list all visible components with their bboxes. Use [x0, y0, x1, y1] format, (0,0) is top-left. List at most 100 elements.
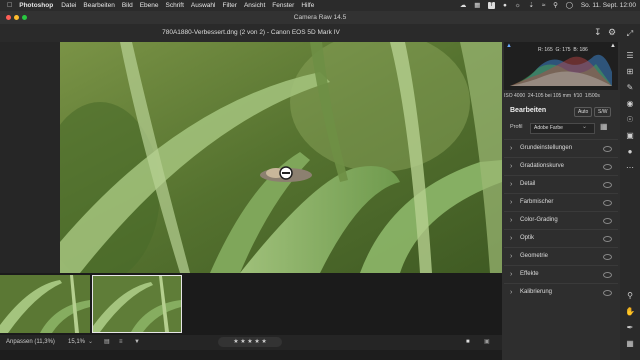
presets-icon[interactable]: ●: [624, 146, 636, 158]
aperture-value: f/10: [573, 93, 583, 99]
control-center-icon[interactable]: ◯: [566, 2, 573, 9]
file-bar: 780A1880-Verbessert.dng (2 von 2) - Cano…: [0, 24, 640, 42]
section-geometrie[interactable]: › Geometrie: [504, 247, 618, 265]
histogram: R: 165 G: 175 B: 186 ▲ ▲: [504, 42, 618, 90]
red-eye-icon[interactable]: ☉: [624, 114, 636, 126]
before-after-icon[interactable]: ▣: [484, 335, 490, 350]
shadow-clipping-icon[interactable]: ▲: [506, 43, 512, 49]
filter-icon[interactable]: ▼: [134, 335, 140, 350]
zoom-value[interactable]: 15,1%: [68, 335, 85, 350]
section-gradationskurve[interactable]: › Gradationskurve: [504, 157, 618, 175]
highlight-clipping-icon[interactable]: ▲: [610, 43, 616, 49]
fit-zoom-label[interactable]: Anpassen (11,3%): [6, 335, 55, 350]
sort-icon[interactable]: ≡: [119, 335, 123, 350]
crop-icon[interactable]: ⊞: [624, 66, 636, 78]
visibility-eye-icon[interactable]: [603, 200, 612, 206]
zoom-dropdown-icon[interactable]: ⌄: [88, 335, 93, 350]
filmstrip-thumbnail-2-selected[interactable]: [92, 275, 182, 333]
section-color-grading[interactable]: › Color-Grading: [504, 211, 618, 229]
bottom-bar: Anpassen (11,3%) 15,1% ⌄ ▤ ≡ ▼ ★ ★ ★ ★ ★…: [0, 335, 502, 350]
minimize-window-button[interactable]: [14, 15, 19, 20]
menu-ebene[interactable]: Ebene: [140, 0, 159, 11]
menu-app-name[interactable]: Photoshop: [19, 0, 53, 11]
more-icon[interactable]: ⋯: [624, 162, 636, 174]
bw-button[interactable]: S/W: [594, 107, 612, 117]
image-canvas[interactable]: [0, 42, 502, 273]
histogram-rgb-readout: R: 165 G: 175 B: 186: [538, 47, 588, 53]
visibility-eye-icon[interactable]: [603, 290, 612, 296]
chevron-right-icon: ›: [510, 235, 513, 242]
section-optik[interactable]: › Optik: [504, 229, 618, 247]
menu-ansicht[interactable]: Ansicht: [244, 0, 265, 11]
status-download-icon[interactable]: ⇣: [529, 2, 534, 9]
visibility-eye-icon[interactable]: [603, 182, 612, 188]
chevron-down-icon[interactable]: ⌄: [582, 123, 587, 130]
visibility-eye-icon[interactable]: [603, 236, 612, 242]
photo-preview[interactable]: [60, 42, 502, 273]
status-cloud-icon[interactable]: ☁: [460, 2, 467, 9]
chevron-right-icon: ›: [510, 181, 513, 188]
eyedropper-icon[interactable]: ✒: [624, 322, 636, 334]
auto-button[interactable]: Auto: [574, 107, 593, 117]
edit-header: Bearbeiten Auto S/W: [504, 103, 618, 119]
profile-browser-icon[interactable]: ▦: [600, 122, 608, 131]
camera-info: ISO 4000 24-105 bei 105 mm f/10 1/500s: [504, 92, 618, 100]
chevron-right-icon: ›: [510, 145, 513, 152]
menubar-datetime[interactable]: So. 11. Sept. 12:00: [581, 2, 636, 9]
menu-filter[interactable]: Filter: [222, 0, 236, 11]
lens-value: 24-105 bei 105 mm: [527, 93, 572, 99]
profile-row: Profil Adobe Farbe ⌄ ▦: [504, 121, 618, 135]
edit-title: Bearbeiten: [510, 107, 547, 114]
star-rating[interactable]: ★ ★ ★ ★ ★: [218, 337, 282, 347]
chevron-right-icon: ›: [510, 163, 513, 170]
expand-icon[interactable]: ⤢: [624, 28, 636, 40]
menu-auswahl[interactable]: Auswahl: [191, 0, 216, 11]
chevron-right-icon: ›: [510, 271, 513, 278]
tool-strip: ⤢ ☰ ⊞ ✎ ◉ ☉ ▣ ● ⋯ ⚲ ✋ ✒ ▦: [620, 24, 640, 360]
filmstrip: [0, 273, 502, 335]
wifi-icon[interactable]: ≈: [542, 2, 546, 9]
edit-sliders-icon[interactable]: ☰: [624, 50, 636, 62]
visibility-eye-icon[interactable]: [603, 218, 612, 224]
window-title: Camera Raw 14.5: [293, 14, 347, 21]
apple-icon[interactable]: : [7, 0, 12, 11]
shutter-value: 1/500s: [584, 93, 600, 99]
snapshots-icon[interactable]: ▣: [624, 130, 636, 142]
visibility-eye-icon[interactable]: [603, 272, 612, 278]
menu-datei[interactable]: Datei: [61, 0, 76, 11]
menu-bild[interactable]: Bild: [122, 0, 133, 11]
chevron-right-icon: ›: [510, 199, 513, 206]
chevron-right-icon: ›: [510, 253, 513, 260]
file-name: 780A1880-Verbessert.dng (2 von 2) - Cano…: [162, 29, 340, 36]
zoom-window-button[interactable]: [22, 15, 27, 20]
menu-fenster[interactable]: Fenster: [272, 0, 294, 11]
filmstrip-view-icon[interactable]: ▤: [104, 335, 110, 350]
visibility-eye-icon[interactable]: [603, 254, 612, 260]
menu-hilfe[interactable]: Hilfe: [301, 0, 314, 11]
close-window-button[interactable]: [6, 15, 11, 20]
menu-schrift[interactable]: Schrift: [165, 0, 183, 11]
save-icon[interactable]: ↧: [594, 27, 602, 38]
filmstrip-thumbnail-1[interactable]: [0, 275, 90, 333]
zoom-tool-icon[interactable]: ⚲: [624, 290, 636, 302]
menu-bearbeiten[interactable]: Bearbeiten: [83, 0, 114, 11]
section-effekte[interactable]: › Effekte: [504, 265, 618, 283]
section-farbmischer[interactable]: › Farbmischer: [504, 193, 618, 211]
status-circle-icon[interactable]: ●: [503, 2, 507, 9]
visibility-eye-icon[interactable]: [603, 164, 612, 170]
status-brightness-icon[interactable]: ☼: [515, 2, 521, 9]
grid-overlay-icon[interactable]: ▦: [624, 338, 636, 350]
healing-brush-icon[interactable]: ✎: [624, 82, 636, 94]
gear-icon[interactable]: ⚙: [608, 27, 616, 38]
status-text-icon[interactable]: T: [488, 1, 496, 9]
section-detail[interactable]: › Detail: [504, 175, 618, 193]
iso-value: ISO 4000: [504, 93, 526, 99]
visibility-eye-icon[interactable]: [603, 146, 612, 152]
search-icon[interactable]: ⚲: [553, 2, 558, 9]
section-grundeinstellungen[interactable]: › Grundeinstellungen: [504, 139, 618, 157]
masking-icon[interactable]: ◉: [624, 98, 636, 110]
section-kalibrierung[interactable]: › Kalibrierung: [504, 283, 618, 301]
single-view-icon[interactable]: ■: [466, 335, 470, 350]
hand-tool-icon[interactable]: ✋: [624, 306, 636, 318]
status-grid-icon[interactable]: ▦: [474, 2, 480, 9]
